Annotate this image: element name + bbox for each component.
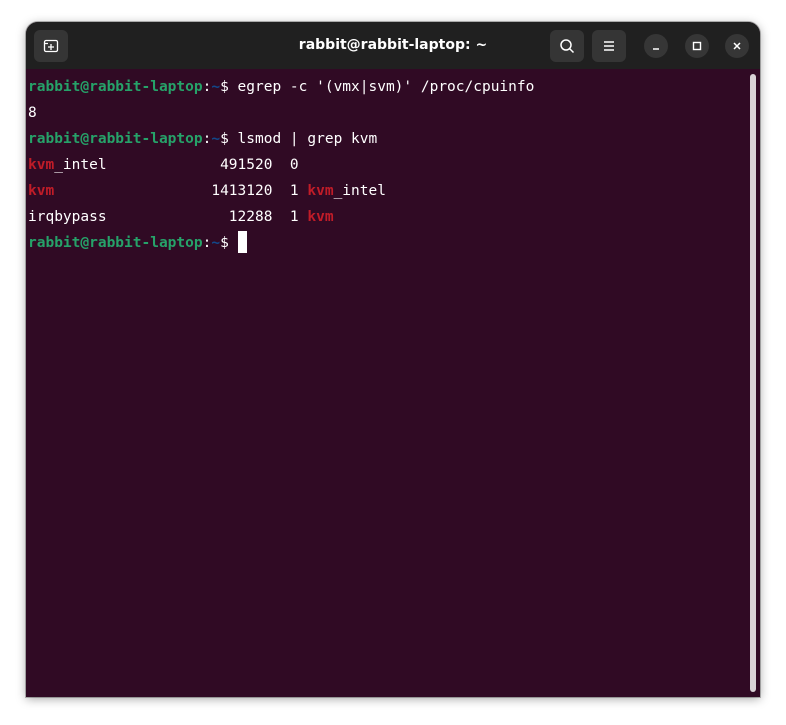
match-highlight: kvm xyxy=(28,157,55,173)
new-tab-button[interactable] xyxy=(34,30,68,62)
search-button[interactable] xyxy=(550,30,584,62)
output-line-1: 8 xyxy=(28,105,37,121)
row-text: _intel 491520 0 xyxy=(54,157,299,173)
row-text: 1413120 1 xyxy=(54,183,308,199)
scrollbar[interactable] xyxy=(750,74,756,692)
search-icon xyxy=(560,39,575,54)
maximize-icon xyxy=(692,41,702,51)
new-tab-icon xyxy=(43,39,59,53)
prompt-line-2: rabbit@rabbit-laptop:~$ lsmod | grep kvm xyxy=(28,126,377,152)
prompt-path: ~ xyxy=(211,131,221,147)
match-highlight: kvm xyxy=(307,183,334,199)
prompt-symbol: $ xyxy=(220,131,229,147)
prompt-line-1: rabbit@rabbit-laptop:~$ egrep -c '(vmx|s… xyxy=(28,74,534,100)
match-highlight: kvm xyxy=(28,183,55,199)
prompt-symbol: $ xyxy=(220,79,229,95)
maximize-button[interactable] xyxy=(685,34,709,58)
minimize-button[interactable] xyxy=(644,34,668,58)
prompt-path: ~ xyxy=(211,235,221,251)
prompt-path: ~ xyxy=(211,79,221,95)
prompt-line-3[interactable]: rabbit@rabbit-laptop:~$ xyxy=(28,230,247,256)
prompt-user: rabbit@rabbit-laptop xyxy=(28,235,203,251)
match-highlight: kvm xyxy=(307,209,334,225)
row-text: irqbypass 12288 1 xyxy=(28,209,308,225)
terminal-window: rabbit@rabbit-laptop: ~ rabbit@rabbit-la… xyxy=(26,22,760,697)
close-button[interactable] xyxy=(725,34,749,58)
row-text: _intel xyxy=(333,183,386,199)
hamburger-menu-icon xyxy=(604,41,614,51)
text-cursor xyxy=(237,230,247,253)
title-bar: rabbit@rabbit-laptop: ~ xyxy=(26,22,760,69)
menu-button[interactable] xyxy=(592,30,626,62)
minimize-icon xyxy=(653,48,659,50)
prompt-user: rabbit@rabbit-laptop xyxy=(28,79,203,95)
terminal-output[interactable]: rabbit@rabbit-laptop:~$ egrep -c '(vmx|s… xyxy=(26,69,760,697)
command-text: egrep -c '(vmx|svm)' /proc/cpuinfo xyxy=(228,79,535,95)
command-text: lsmod | grep kvm xyxy=(228,131,378,147)
prompt-symbol: $ xyxy=(220,235,229,251)
module-row-kvm-intel: kvm_intel 491520 0 xyxy=(28,152,299,178)
module-row-irqbypass: irqbypass 12288 1 kvm xyxy=(28,204,334,230)
prompt-user: rabbit@rabbit-laptop xyxy=(28,131,203,147)
module-row-kvm: kvm 1413120 1 kvm_intel xyxy=(28,178,386,204)
close-icon xyxy=(733,42,741,50)
